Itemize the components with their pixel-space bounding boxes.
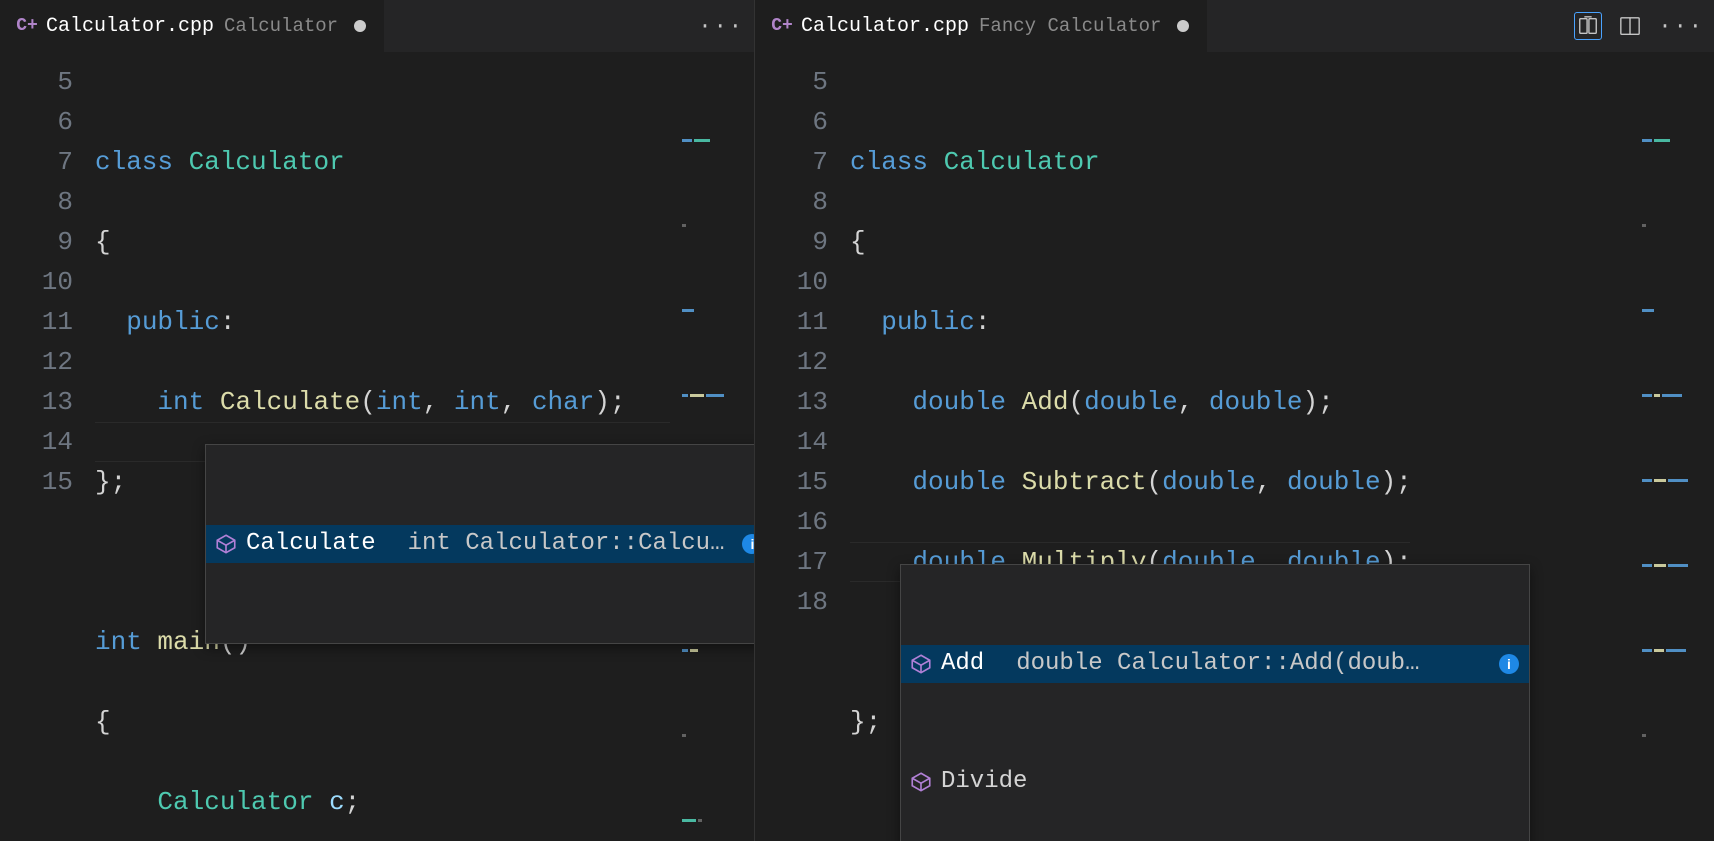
line-number: 11 <box>0 302 95 342</box>
tab-subtitle: Fancy Calculator <box>979 15 1161 37</box>
info-icon[interactable]: i <box>742 534 754 554</box>
suggestion-detail: double Calculator::Add(doub… <box>1016 644 1481 684</box>
line-number: 15 <box>0 462 95 502</box>
line-number: 18 <box>755 582 850 622</box>
dirty-indicator-icon <box>1177 20 1189 32</box>
line-number: 13 <box>0 382 95 422</box>
dirty-indicator-icon <box>354 20 366 32</box>
more-actions-icon[interactable]: ··· <box>1658 14 1704 39</box>
split-editor-icon[interactable] <box>1616 12 1644 40</box>
tab-actions: ··· <box>1574 12 1704 40</box>
method-icon <box>911 654 931 674</box>
method-icon <box>911 772 931 792</box>
line-number: 11 <box>755 302 850 342</box>
info-icon[interactable]: i <box>1499 654 1519 674</box>
line-number: 7 <box>755 142 850 182</box>
line-gutter: 5 6 7 8 9 10 11 12 13 14 15 16 17 18 <box>755 52 850 841</box>
suggestion-detail: int Calculator::Calcu… <box>408 524 725 564</box>
tab-bar: C+ Calculator.cpp Calculator ··· <box>0 0 754 52</box>
compare-changes-icon[interactable] <box>1574 12 1602 40</box>
editor-pane-left: C+ Calculator.cpp Calculator ··· 5 6 7 8… <box>0 0 755 841</box>
tab-actions: ··· <box>698 14 744 39</box>
line-number: 5 <box>0 62 95 102</box>
line-number: 6 <box>755 102 850 142</box>
suggestion-label: Calculate <box>246 524 376 564</box>
suggestion-label: Add <box>941 644 984 684</box>
line-gutter: 5 6 7 8 9 10 11 12 13 14 15 <box>0 52 95 841</box>
code-area[interactable]: class Calculator { public: int Calculate… <box>95 52 754 841</box>
line-number: 7 <box>0 142 95 182</box>
suggestion-item-divide[interactable]: Divide <box>901 763 1529 801</box>
editor-pane-right: C+ Calculator.cpp Fancy Calculator ··· 5… <box>755 0 1714 841</box>
line-number: 14 <box>0 422 95 462</box>
line-number: 9 <box>755 222 850 262</box>
tab-calculator[interactable]: C+ Calculator.cpp Calculator <box>0 0 385 52</box>
code-area[interactable]: class Calculator { public: double Add(do… <box>850 52 1714 841</box>
line-number: 12 <box>0 342 95 382</box>
tab-filename: Calculator.cpp <box>801 15 969 38</box>
line-number: 9 <box>0 222 95 262</box>
tab-bar: C+ Calculator.cpp Fancy Calculator ··· <box>755 0 1714 52</box>
line-number: 15 <box>755 462 850 502</box>
line-number: 12 <box>755 342 850 382</box>
line-number: 14 <box>755 422 850 462</box>
cpp-file-icon: C+ <box>773 16 791 36</box>
suggestion-item-add[interactable]: Add double Calculator::Add(doub… i <box>901 645 1529 683</box>
minimap[interactable] <box>1638 58 1708 118</box>
line-number: 17 <box>755 542 850 582</box>
suggestion-item-calculate[interactable]: Calculate int Calculator::Calcu… i <box>206 525 754 563</box>
tab-subtitle: Calculator <box>224 15 338 37</box>
line-number: 8 <box>755 182 850 222</box>
method-icon <box>216 534 236 554</box>
code-editor[interactable]: 5 6 7 8 9 10 11 12 13 14 15 16 17 18 cla… <box>755 52 1714 841</box>
line-number: 16 <box>755 502 850 542</box>
line-number: 6 <box>0 102 95 142</box>
cpp-file-icon: C+ <box>18 16 36 36</box>
intellisense-popup[interactable]: Add double Calculator::Add(doub… i Divid… <box>900 564 1530 841</box>
line-number: 5 <box>755 62 850 102</box>
line-number: 10 <box>0 262 95 302</box>
tab-fancy-calculator[interactable]: C+ Calculator.cpp Fancy Calculator <box>755 0 1208 52</box>
code-editor[interactable]: 5 6 7 8 9 10 11 12 13 14 15 class Calcul… <box>0 52 754 841</box>
line-number: 10 <box>755 262 850 302</box>
intellisense-popup[interactable]: Calculate int Calculator::Calcu… i <box>205 444 754 644</box>
suggestion-label: Divide <box>941 762 1027 802</box>
line-number: 13 <box>755 382 850 422</box>
more-actions-icon[interactable]: ··· <box>698 14 744 39</box>
minimap[interactable] <box>678 58 748 118</box>
line-number: 8 <box>0 182 95 222</box>
tab-filename: Calculator.cpp <box>46 15 214 38</box>
